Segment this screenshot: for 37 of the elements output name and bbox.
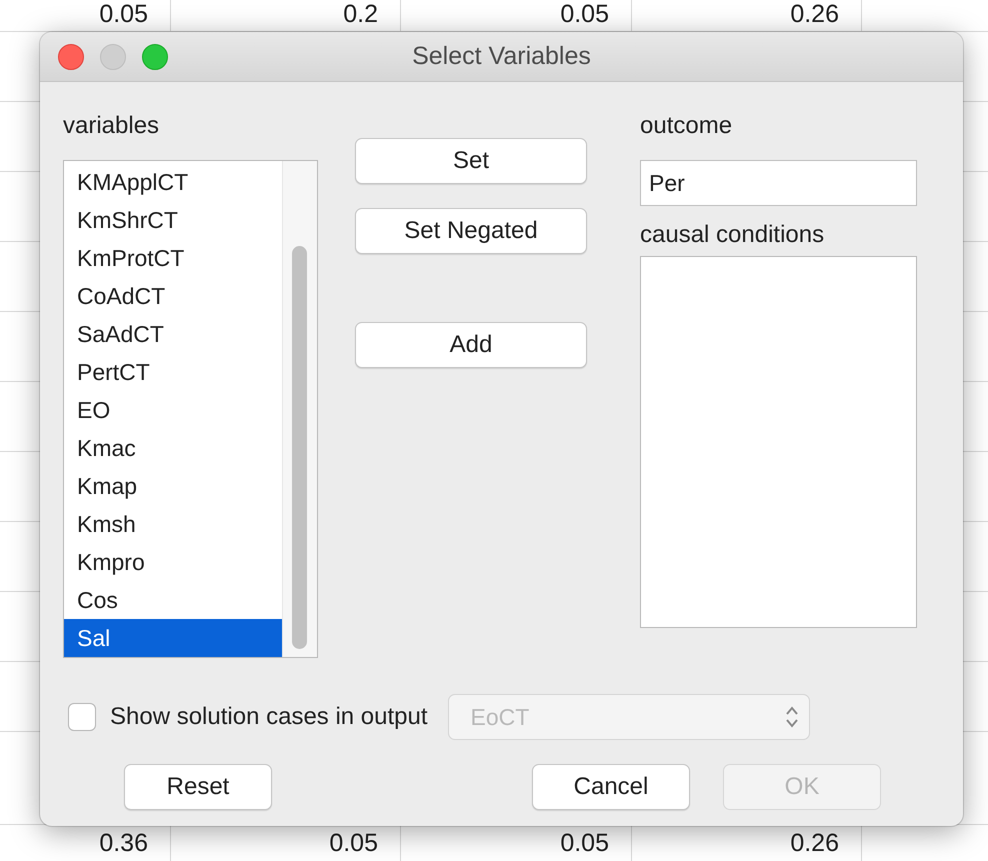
causal-conditions-label: causal conditions — [640, 220, 826, 250]
variable-item[interactable]: Kmsh — [64, 505, 282, 543]
variable-item[interactable]: PertCT — [64, 353, 282, 391]
checkbox-label: Show solution cases in output — [110, 703, 428, 731]
table-cell: 0.05 — [560, 0, 609, 29]
checkbox[interactable] — [68, 703, 96, 731]
variable-item[interactable]: Kmap — [64, 467, 282, 505]
variable-item[interactable]: KmProtCT — [64, 239, 282, 277]
variable-item[interactable]: Kmpro — [64, 543, 282, 581]
action-button[interactable]: Set Negated — [355, 208, 587, 254]
table-cell: 0.05 — [329, 828, 378, 858]
table-cell: 0.26 — [790, 828, 839, 858]
action-button[interactable]: Add — [355, 322, 587, 368]
variable-item[interactable]: SaAdCT — [64, 315, 282, 353]
variable-item[interactable]: Sal — [64, 619, 282, 657]
variable-item[interactable]: CoAdCT — [64, 277, 282, 315]
variable-item[interactable]: KmShrCT — [64, 201, 282, 239]
outcome-field[interactable]: Per — [640, 160, 917, 206]
table-cell: 0.05 — [560, 828, 609, 858]
table-cell: 0.26 — [790, 0, 839, 29]
table-cell: 0.36 — [99, 828, 148, 858]
outcome-label: outcome — [640, 111, 734, 141]
dialog-button[interactable]: Cancel — [532, 764, 690, 810]
variable-item[interactable]: Cos — [64, 581, 282, 619]
table-cell: 0.05 — [99, 0, 148, 29]
variable-item[interactable]: EO — [64, 391, 282, 429]
variables-label: variables — [63, 111, 160, 141]
window-title: Select Variables — [412, 42, 591, 71]
scrollbar-thumb[interactable] — [292, 246, 307, 649]
chevron-updown-icon — [784, 705, 799, 729]
variable-item[interactable]: KMApplCT — [64, 163, 282, 201]
variable-item[interactable]: Kmac — [64, 429, 282, 467]
close-button[interactable] — [58, 44, 84, 70]
action-button[interactable]: Set — [355, 138, 587, 184]
zoom-button[interactable] — [142, 44, 168, 70]
table-cell: 0.2 — [343, 0, 378, 29]
dialog-button[interactable]: Reset — [124, 764, 272, 810]
